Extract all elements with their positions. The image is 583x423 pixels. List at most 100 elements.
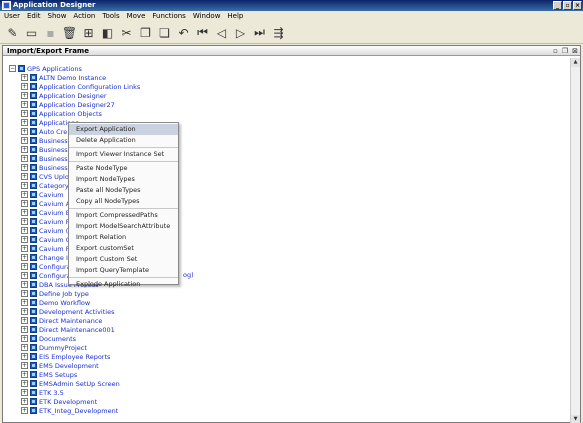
- expand-icon[interactable]: +: [21, 281, 28, 288]
- expand-icon[interactable]: +: [21, 74, 28, 81]
- tree-item[interactable]: + Application Configuration Links: [21, 82, 140, 91]
- undo-icon[interactable]: ↶: [175, 24, 192, 41]
- maximize-icon[interactable]: ▫: [563, 1, 572, 10]
- expand-icon[interactable]: +: [21, 128, 28, 135]
- menu-tools[interactable]: Tools: [102, 11, 119, 22]
- tree-item[interactable]: + Application Designer27: [21, 100, 140, 109]
- expand-icon[interactable]: +: [21, 92, 28, 99]
- context-menu-item[interactable]: Paste NodeType: [69, 163, 178, 174]
- next-icon[interactable]: ▷: [232, 24, 249, 41]
- context-menu-item[interactable]: Import QueryTemplate: [69, 265, 178, 276]
- expand-icon[interactable]: +: [21, 290, 28, 297]
- last-icon[interactable]: ⏭: [251, 24, 268, 41]
- tree-item[interactable]: + EMSAdmin SetUp Screen: [21, 379, 140, 388]
- expand-icon[interactable]: +: [21, 389, 28, 396]
- frame-restore-icon[interactable]: ❐: [562, 46, 568, 56]
- expand-icon[interactable]: +: [21, 254, 28, 261]
- menu-action[interactable]: Action: [73, 11, 95, 22]
- context-menu-item[interactable]: Import Relation: [69, 232, 178, 243]
- paste-icon[interactable]: ❏: [156, 24, 173, 41]
- expand-icon[interactable]: +: [21, 371, 28, 378]
- menu-user[interactable]: User: [4, 11, 20, 22]
- tree-item[interactable]: + Direct Maintenance: [21, 316, 140, 325]
- expand-icon[interactable]: +: [21, 236, 28, 243]
- expand-icon[interactable]: +: [21, 353, 28, 360]
- frame-minimize-icon[interactable]: ▫: [553, 46, 558, 56]
- vertical-scrollbar[interactable]: ▲ ▼: [570, 58, 580, 423]
- expand-icon[interactable]: +: [21, 200, 28, 207]
- expand-icon[interactable]: +: [21, 137, 28, 144]
- expand-icon[interactable]: +: [21, 83, 28, 90]
- menu-window[interactable]: Window: [193, 11, 221, 22]
- tree-item[interactable]: + EMS Development: [21, 361, 140, 370]
- expand-icon[interactable]: +: [21, 191, 28, 198]
- expand-icon[interactable]: +: [21, 362, 28, 369]
- menu-edit[interactable]: Edit: [27, 11, 41, 22]
- expand-icon[interactable]: +: [21, 317, 28, 324]
- frame-close-icon[interactable]: ⊠: [572, 46, 578, 56]
- expand-icon[interactable]: +: [21, 146, 28, 153]
- expand-icon[interactable]: +: [21, 335, 28, 342]
- context-menu-item[interactable]: Export customSet: [69, 243, 178, 254]
- context-menu-item[interactable]: Import NodeTypes: [69, 174, 178, 185]
- tree-item[interactable]: + Application Objects: [21, 109, 140, 118]
- expand-icon[interactable]: +: [21, 263, 28, 270]
- tree-item[interactable]: + Application Designer: [21, 91, 140, 100]
- menu-show[interactable]: Show: [48, 11, 67, 22]
- tree-item[interactable]: + ALTN Demo Instance: [21, 73, 140, 82]
- expand-icon[interactable]: +: [21, 155, 28, 162]
- tree-item[interactable]: + Development Activities: [21, 307, 140, 316]
- expand-icon[interactable]: +: [21, 209, 28, 216]
- expand-icon[interactable]: +: [21, 110, 28, 117]
- expand-icon[interactable]: +: [21, 380, 28, 387]
- first-icon[interactable]: ⏮: [194, 24, 211, 41]
- context-menu-item[interactable]: Paste all NodeTypes: [69, 185, 178, 196]
- menu-functions[interactable]: Functions: [152, 11, 185, 22]
- tree-item[interactable]: + DummyProject: [21, 343, 140, 352]
- context-menu-item[interactable]: Delete Application: [69, 135, 178, 146]
- context-menu-item[interactable]: Export Application: [69, 124, 178, 135]
- expand-icon[interactable]: +: [21, 173, 28, 180]
- context-menu-item[interactable]: Import CompressedPaths: [69, 210, 178, 221]
- save-icon[interactable]: ▪: [42, 24, 59, 41]
- context-menu-item[interactable]: Import ModelSearchAttribute: [69, 221, 178, 232]
- open-folder-icon[interactable]: ▭: [23, 24, 40, 41]
- edit-pencil-icon[interactable]: ✎: [4, 24, 21, 41]
- tree-item[interactable]: + EIS Employee Reports: [21, 352, 140, 361]
- tree-item[interactable]: + Direct Maintenance001: [21, 325, 140, 334]
- copy-icon[interactable]: ❐: [137, 24, 154, 41]
- scroll-down-icon[interactable]: ▼: [571, 415, 580, 423]
- expand-icon[interactable]: +: [21, 326, 28, 333]
- expand-icon[interactable]: +: [21, 407, 28, 414]
- context-menu-item[interactable]: Import Viewer Instance Set: [69, 149, 178, 160]
- expand-icon[interactable]: +: [21, 308, 28, 315]
- collapse-icon[interactable]: −: [9, 65, 16, 72]
- expand-icon[interactable]: +: [21, 119, 28, 126]
- tree-item[interactable]: + Documents: [21, 334, 140, 343]
- close-icon[interactable]: ×: [573, 1, 582, 10]
- expand-icon[interactable]: +: [21, 218, 28, 225]
- scroll-up-icon[interactable]: ▲: [571, 58, 580, 67]
- context-menu-item[interactable]: Explode Application: [69, 279, 178, 290]
- expand-icon[interactable]: +: [21, 398, 28, 405]
- tree-structure-icon[interactable]: ⊞: [80, 24, 97, 41]
- expand-icon[interactable]: +: [21, 245, 28, 252]
- expand-icon[interactable]: +: [21, 101, 28, 108]
- context-menu-item[interactable]: Import Custom Set: [69, 254, 178, 265]
- expand-icon[interactable]: +: [21, 164, 28, 171]
- expand-icon[interactable]: +: [21, 272, 28, 279]
- properties-icon[interactable]: ◧: [99, 24, 116, 41]
- cut-icon[interactable]: ✂: [118, 24, 135, 41]
- tree-item[interactable]: + Demo Workflow: [21, 298, 140, 307]
- tree-item[interactable]: + ETK_Integ_Development: [21, 406, 140, 415]
- tree-item[interactable]: + ETK 3.5: [21, 388, 140, 397]
- minimize-icon[interactable]: _: [553, 1, 562, 10]
- expand-icon[interactable]: +: [21, 299, 28, 306]
- tree-item[interactable]: + ETK Development: [21, 397, 140, 406]
- expand-icon[interactable]: +: [21, 182, 28, 189]
- tree-item[interactable]: + EMS Setups: [21, 370, 140, 379]
- expand-icon[interactable]: +: [21, 227, 28, 234]
- context-menu-item[interactable]: Copy all NodeTypes: [69, 196, 178, 207]
- expand-icon[interactable]: +: [21, 344, 28, 351]
- menu-move[interactable]: Move: [127, 11, 146, 22]
